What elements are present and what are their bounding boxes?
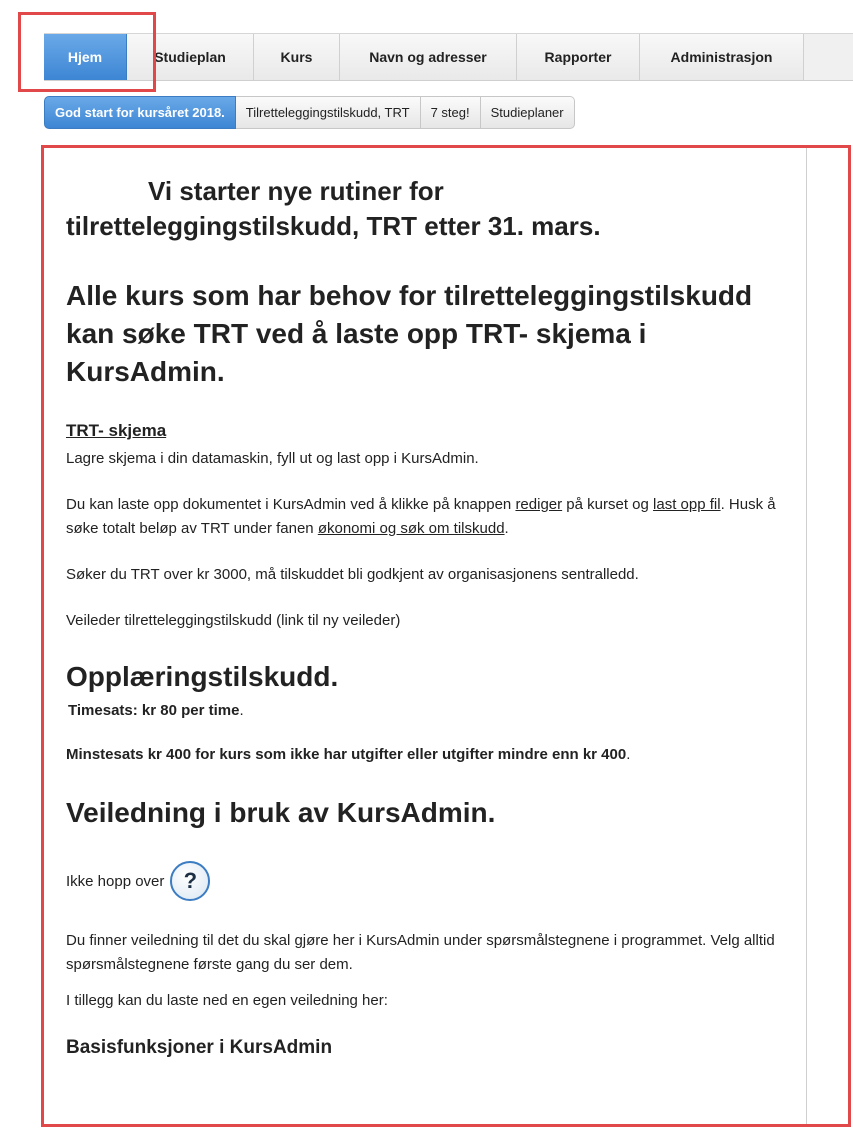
subtab-tilretteleggingstilskudd[interactable]: Tilretteleggingstilskudd, TRT: [235, 96, 421, 129]
upload-text-1: Du kan laste opp dokumentet i KursAdmin …: [66, 496, 516, 513]
subtab-god-start[interactable]: God start for kursåret 2018.: [44, 96, 236, 129]
tab-studieplan[interactable]: Studieplan: [127, 34, 254, 80]
minimum-rate-text: Minstesats kr 400 for kurs som ikke har …: [66, 746, 627, 763]
hour-rate-text: Timesats: kr 80 per time: [68, 702, 240, 719]
paragraph-veileder: Veileder tilretteleggingstilskudd (link …: [66, 612, 401, 629]
heading-guidance: Veiledning i bruk av KursAdmin.: [66, 797, 496, 828]
content-highlight-box: Vi starter nye rutiner for tilretteleggi…: [41, 145, 851, 1127]
rediger-link[interactable]: rediger: [515, 496, 562, 513]
paragraph-upload: Du kan laste opp dokumentet i KursAdmin …: [66, 493, 786, 541]
paragraph-download: I tillegg kan du laste ned en egen veile…: [66, 992, 388, 1009]
last-opp-fil-link[interactable]: last opp fil: [653, 496, 721, 513]
paragraph-hour-rate: Timesats: kr 80 per time.: [66, 699, 786, 723]
sub-nav: God start for kursåret 2018. Tilretteleg…: [44, 96, 575, 129]
okonomi-link[interactable]: økonomi og søk om tilskudd: [318, 520, 505, 537]
trt-form-link[interactable]: TRT- skjema: [66, 421, 786, 441]
heading-all-courses: Alle kurs som har behov for tilrettelegg…: [66, 280, 753, 387]
tab-rapporter[interactable]: Rapporter: [517, 34, 640, 80]
skip-row: Ikke hopp over ?: [66, 861, 786, 901]
heading-new-routines: Vi starter nye rutiner for tilretteleggi…: [66, 174, 786, 244]
paragraph-guidance: Du finner veiledning til det du skal gjø…: [66, 932, 775, 973]
skip-text: Ikke hopp over: [66, 872, 165, 890]
content-divider: [806, 148, 807, 1124]
upload-text-4: .: [504, 520, 509, 537]
main-nav: Hjem Studieplan Kurs Navn og adresser Ra…: [44, 33, 853, 81]
paragraph-minimum-rate: Minstesats kr 400 for kurs som ikke har …: [66, 743, 786, 767]
heading-training-grant: Opplæringstilskudd.: [66, 661, 339, 692]
heading-line1: Vi starter nye rutiner for: [148, 176, 444, 206]
tab-navn-og-adresser[interactable]: Navn og adresser: [340, 34, 517, 80]
paragraph-save-form: Lagre skjema i din datamaskin, fyll ut o…: [66, 450, 479, 467]
subtab-studieplaner[interactable]: Studieplaner: [480, 96, 575, 129]
hour-rate-end: .: [239, 702, 244, 719]
upload-text-2: på kurset og: [562, 496, 654, 513]
paragraph-over-3000: Søker du TRT over kr 3000, må tilskuddet…: [66, 566, 639, 583]
main-content: Vi starter nye rutiner for tilretteleggi…: [66, 148, 786, 1059]
heading-basic-functions: Basisfunksjoner i KursAdmin: [66, 1037, 333, 1058]
tab-kurs[interactable]: Kurs: [254, 34, 340, 80]
subtab-7-steg[interactable]: 7 steg!: [420, 96, 481, 129]
minimum-rate-end: .: [626, 746, 631, 763]
tab-administrasjon[interactable]: Administrasjon: [640, 34, 804, 80]
tab-hjem[interactable]: Hjem: [44, 34, 127, 80]
heading-line2: tilretteleggingstilskudd, TRT etter 31. …: [66, 211, 601, 241]
help-question-icon[interactable]: ?: [170, 861, 211, 901]
